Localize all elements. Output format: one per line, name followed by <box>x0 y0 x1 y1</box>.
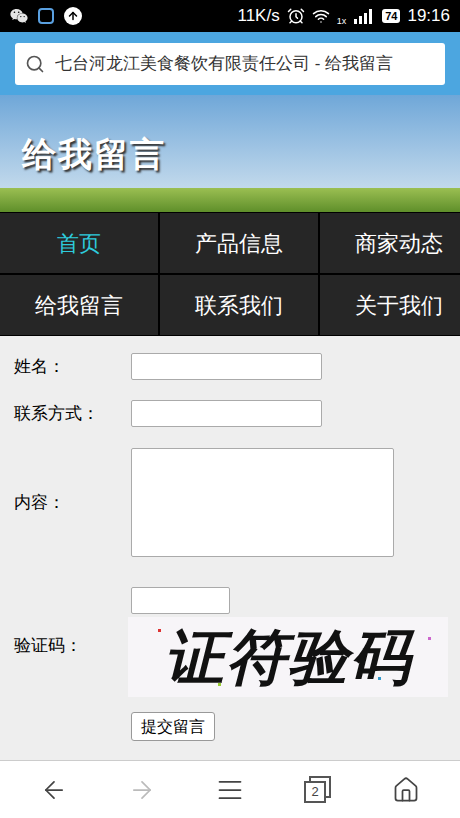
address-bar: 七台河龙江美食餐饮有限责任公司 - 给我留言 <box>0 32 460 95</box>
text-input[interactable] <box>131 353 322 380</box>
nav-item[interactable]: 给我留言 <box>0 275 158 335</box>
home-icon[interactable] <box>392 776 420 804</box>
upload-icon <box>64 7 82 25</box>
net-speed: 11K/s <box>237 3 279 29</box>
nav-item[interactable]: 产品信息 <box>160 213 318 273</box>
captcha-text: 证符验码 <box>164 627 412 687</box>
field-label: 姓名： <box>0 354 131 380</box>
back-arrow-icon[interactable] <box>40 776 68 804</box>
tabs-button[interactable]: 2 <box>304 776 332 804</box>
search-icon <box>25 54 45 74</box>
browser-toolbar: 2 <box>0 760 460 818</box>
captcha-input[interactable] <box>131 587 230 614</box>
signal-icon <box>353 8 375 24</box>
nav-item[interactable]: 关于我们 <box>320 275 460 335</box>
submit-button[interactable]: 提交留言 <box>131 712 215 741</box>
address-text: 七台河龙江美食餐饮有限责任公司 - 给我留言 <box>55 51 393 77</box>
clock: 19:16 <box>407 3 450 29</box>
nav-item[interactable]: 商家动态 <box>320 213 460 273</box>
field-label: 联系方式： <box>0 401 131 427</box>
form-row: 内容： <box>0 448 460 557</box>
nav-item[interactable]: 联系我们 <box>160 275 318 335</box>
forward-arrow-icon[interactable] <box>128 776 156 804</box>
notification-icon <box>38 8 54 24</box>
nav: 首页产品信息商家动态给我留言联系我们关于我们 <box>0 212 460 336</box>
alarm-icon <box>287 7 305 25</box>
field-label: 验证码： <box>0 625 128 659</box>
content-textarea[interactable] <box>131 448 394 557</box>
wifi-icon <box>312 7 330 25</box>
network-type: 1x <box>337 15 347 29</box>
banner-title: 给我留言 <box>22 129 166 180</box>
battery: 74 <box>382 9 400 23</box>
status-bar: 11K/s 1x 74 19:16 <box>0 0 460 32</box>
captcha-row: 验证码： 证符验码 <box>0 587 460 697</box>
message-form: 姓名： 联系方式： 内容： 验证码： 证符验码提交留言 <box>0 336 460 760</box>
text-input[interactable] <box>131 400 322 427</box>
tab-count: 2 <box>311 782 318 802</box>
form-row: 联系方式： <box>0 400 460 427</box>
field-label: 内容： <box>0 490 131 516</box>
captcha-image[interactable]: 证符验码 <box>128 617 448 697</box>
banner: 给我留言 <box>0 95 460 212</box>
form-row: 姓名： <box>0 353 460 380</box>
wechat-icon <box>10 7 28 25</box>
search-box[interactable]: 七台河龙江美食餐饮有限责任公司 - 给我留言 <box>15 43 445 85</box>
nav-item[interactable]: 首页 <box>0 213 158 273</box>
screen: 11K/s 1x 74 19:16 七台河龙江美食餐饮有限责任公司 - 给我留言给我留言… <box>0 0 460 818</box>
menu-icon[interactable] <box>216 776 244 804</box>
